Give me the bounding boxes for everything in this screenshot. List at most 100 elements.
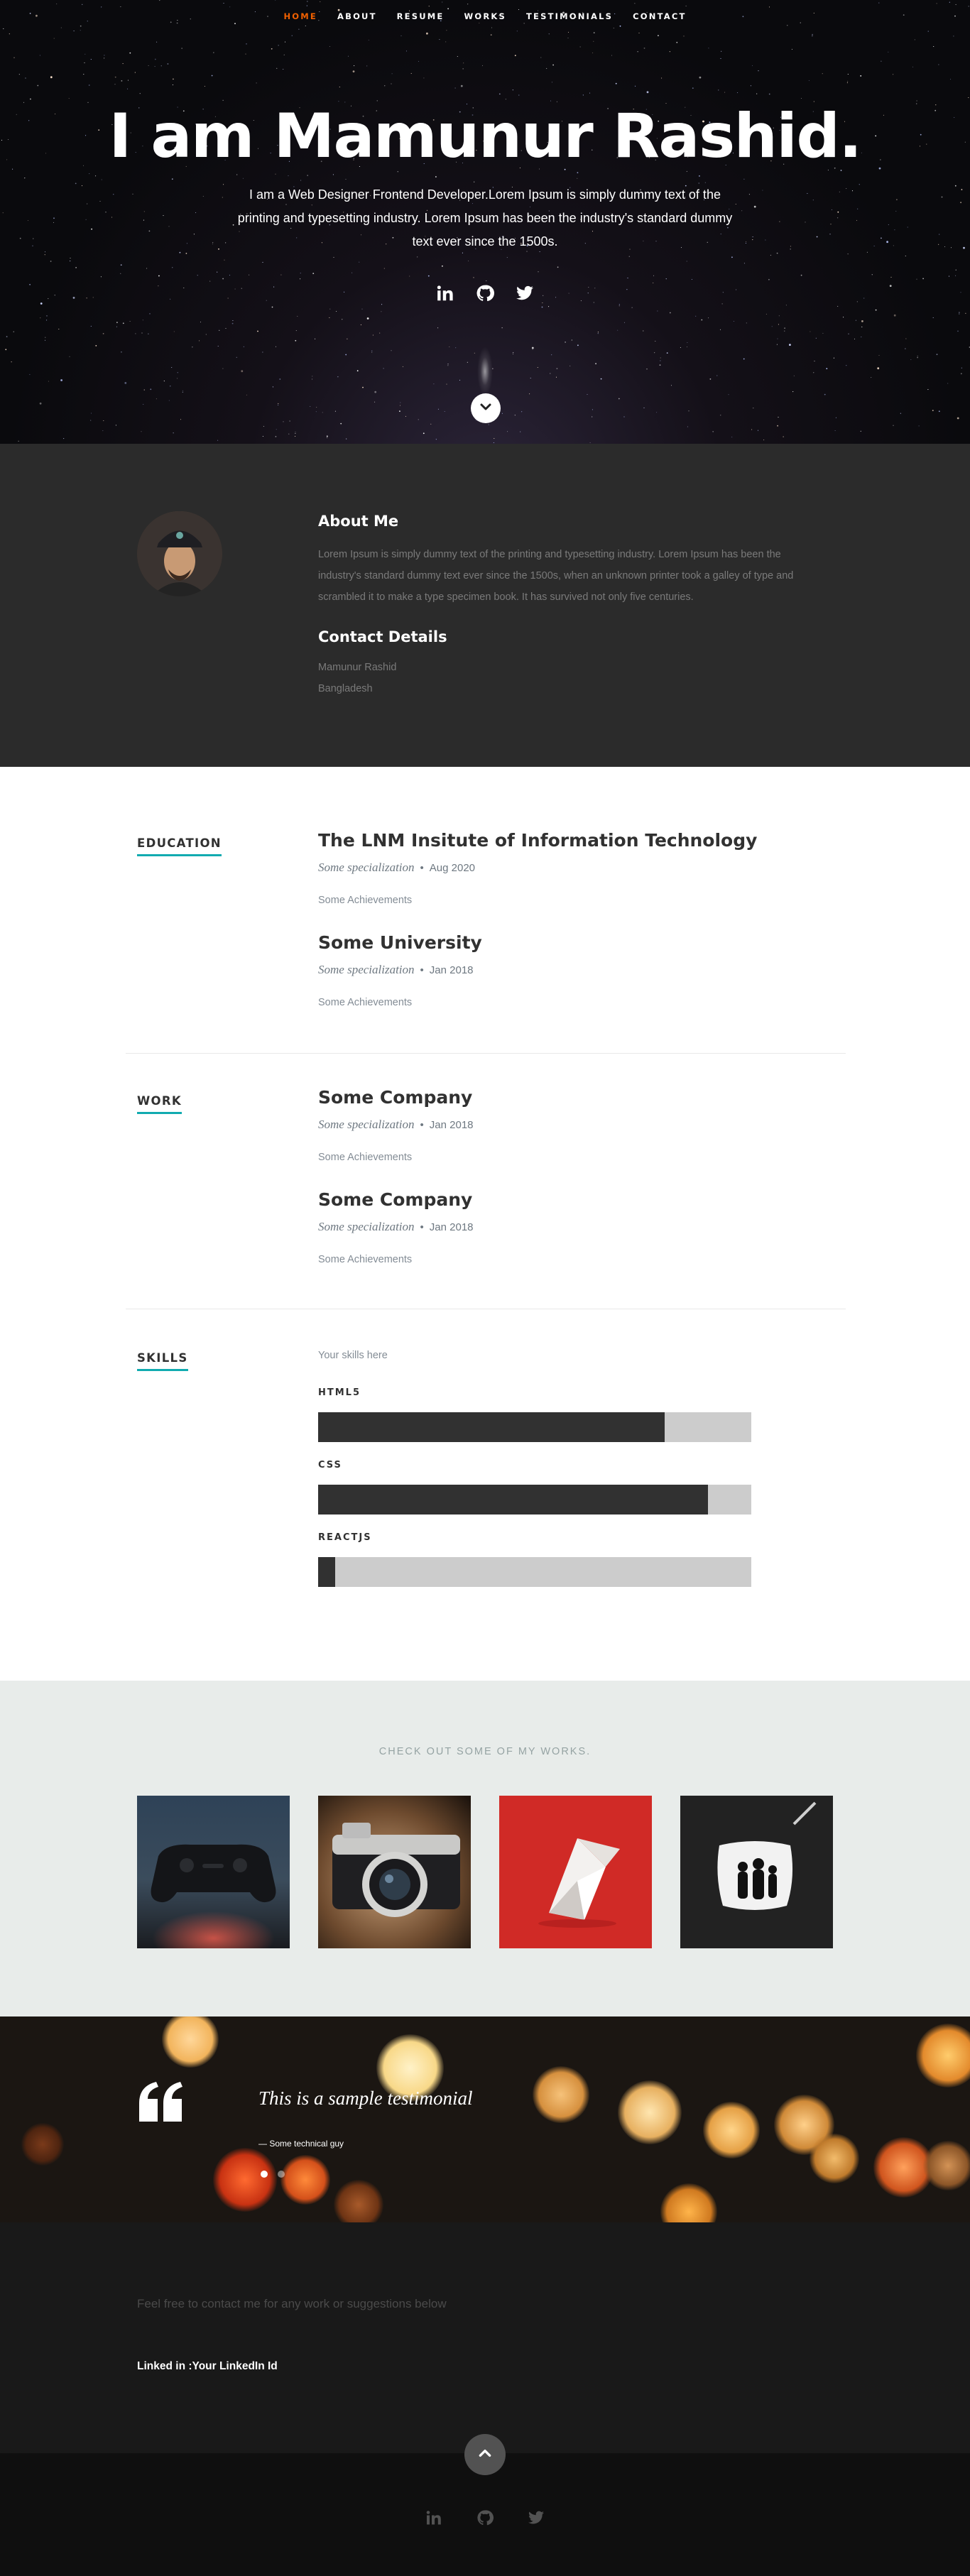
star xyxy=(356,370,359,372)
star xyxy=(127,80,129,81)
education-entry-specialization: Some specialization xyxy=(318,963,415,976)
star xyxy=(447,365,449,366)
star xyxy=(646,91,649,94)
portfolio-item-silhouettes[interactable] xyxy=(680,1796,833,1948)
star xyxy=(965,312,966,314)
work-label: WORK xyxy=(137,1094,182,1114)
star xyxy=(171,366,173,369)
education-entry-info: Some specialization • Aug 2020 xyxy=(318,861,476,874)
star xyxy=(776,344,778,345)
star xyxy=(223,184,224,185)
twitter-icon[interactable] xyxy=(514,283,535,304)
star xyxy=(459,379,461,381)
slide-dot[interactable] xyxy=(261,2171,268,2178)
hero-social-links xyxy=(0,283,970,304)
star xyxy=(771,326,773,327)
star xyxy=(245,53,246,55)
star xyxy=(548,33,550,35)
portfolio-item-game-controller[interactable] xyxy=(137,1796,290,1948)
twitter-icon[interactable] xyxy=(527,2509,545,2527)
nav-works[interactable]: WORKS xyxy=(464,11,506,33)
nav-testimonials[interactable]: TESTIMONIALS xyxy=(526,11,613,33)
star xyxy=(457,55,458,58)
star xyxy=(737,92,739,94)
star xyxy=(816,236,818,238)
light-glow xyxy=(477,346,493,396)
star xyxy=(955,269,957,271)
star xyxy=(114,76,116,78)
star xyxy=(379,332,381,334)
star xyxy=(893,314,896,317)
star xyxy=(100,276,102,278)
portfolio-item-origami-bird[interactable] xyxy=(499,1796,652,1948)
go-top-button[interactable] xyxy=(464,2434,506,2475)
star xyxy=(135,333,136,334)
star xyxy=(916,278,917,280)
star xyxy=(256,82,257,84)
star xyxy=(352,70,355,72)
star xyxy=(167,63,169,65)
star xyxy=(409,275,410,277)
about-heading: About Me xyxy=(318,513,399,530)
work-entry-specialization: Some specialization xyxy=(318,1118,415,1131)
star xyxy=(439,39,440,40)
star xyxy=(699,76,702,79)
star xyxy=(307,175,308,176)
work-entry-title: Some Company xyxy=(318,1087,473,1108)
nav-resume[interactable]: RESUME xyxy=(397,11,445,33)
linkedin-icon[interactable] xyxy=(435,283,456,304)
star xyxy=(361,308,363,310)
star xyxy=(954,185,957,187)
star xyxy=(271,306,273,308)
star xyxy=(670,385,672,386)
education-entry-date: Aug 2020 xyxy=(429,862,476,874)
star xyxy=(893,245,894,246)
star xyxy=(383,368,384,369)
star xyxy=(514,55,516,57)
nav-contact[interactable]: CONTACT xyxy=(633,11,686,33)
portfolio-item-camera[interactable] xyxy=(318,1796,471,1948)
github-icon[interactable] xyxy=(476,2509,494,2527)
scroll-down-button[interactable] xyxy=(471,393,501,423)
star xyxy=(961,367,962,369)
slide-dot[interactable] xyxy=(278,2171,285,2178)
star xyxy=(658,35,659,36)
star xyxy=(529,393,530,395)
star xyxy=(577,344,579,346)
star xyxy=(660,357,661,359)
star xyxy=(473,277,474,278)
star xyxy=(297,315,298,317)
linkedin-contact[interactable]: Linked in :Your LinkedIn Id xyxy=(137,2360,278,2373)
star xyxy=(949,79,952,80)
star xyxy=(6,336,8,337)
star xyxy=(712,431,714,432)
star xyxy=(905,338,907,339)
star xyxy=(800,274,802,276)
star xyxy=(861,320,863,322)
nav-home[interactable]: HOME xyxy=(283,11,317,33)
star xyxy=(643,48,645,49)
star xyxy=(374,391,377,393)
star xyxy=(329,45,330,48)
star xyxy=(232,320,234,322)
star xyxy=(173,331,175,332)
star xyxy=(316,407,317,408)
star xyxy=(113,194,114,195)
star xyxy=(217,440,219,441)
star xyxy=(168,226,170,227)
work-entry-date: Jan 2018 xyxy=(429,1119,474,1131)
star xyxy=(768,93,770,95)
star xyxy=(666,352,668,354)
star xyxy=(877,367,880,370)
star xyxy=(846,82,848,84)
star xyxy=(628,256,630,257)
star xyxy=(99,200,101,202)
star xyxy=(326,435,328,437)
star xyxy=(29,373,31,375)
linkedin-icon[interactable] xyxy=(425,2509,443,2527)
star xyxy=(701,319,703,321)
github-icon[interactable] xyxy=(474,283,496,304)
nav-about[interactable]: ABOUT xyxy=(337,11,377,33)
star xyxy=(53,217,55,219)
star xyxy=(481,65,484,66)
